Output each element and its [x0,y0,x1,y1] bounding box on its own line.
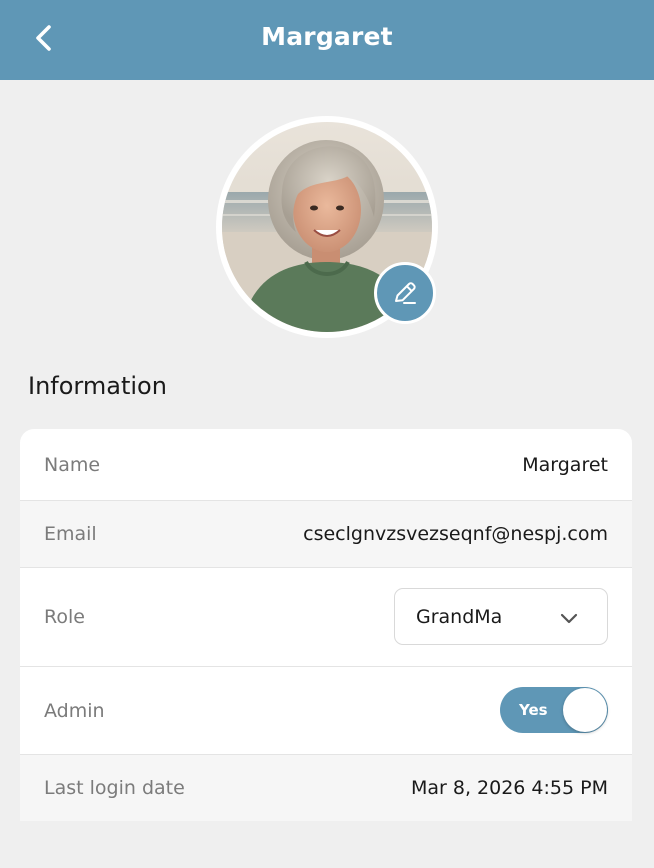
toggle-label: Yes [519,701,548,719]
name-value: Margaret [522,453,608,476]
row-label: Last login date [44,777,185,799]
role-row: Role GrandMa [20,568,632,667]
row-label: Name [44,453,101,476]
name-row: Name Margaret [20,429,632,501]
row-label: Role [44,606,85,628]
edit-photo-button[interactable] [374,262,436,324]
row-label: Admin [44,699,105,722]
avatar-container [216,116,438,338]
row-label: Email [44,523,97,545]
admin-row: Admin Yes [20,667,632,755]
email-value: cseclgnvzsvezseqnf@nespj.com [303,523,608,545]
information-card: Name Margaret Email cseclgnvzsvezseqnf@n… [20,429,632,821]
page-title: Margaret [261,22,393,51]
admin-toggle[interactable]: Yes [500,687,608,733]
role-selected-value: GrandMa [416,605,503,628]
pencil-icon [395,282,416,304]
app-header: Margaret [0,0,654,80]
last-login-row: Last login date Mar 8, 2026 4:55 PM [20,755,632,821]
chevron-down-icon [560,613,578,624]
email-row: Email cseclgnvzsvezseqnf@nespj.com [20,501,632,568]
last-login-value: Mar 8, 2026 4:55 PM [410,777,608,799]
role-dropdown[interactable]: GrandMa [394,588,608,645]
section-title: Information [28,372,167,400]
toggle-knob [563,688,607,732]
